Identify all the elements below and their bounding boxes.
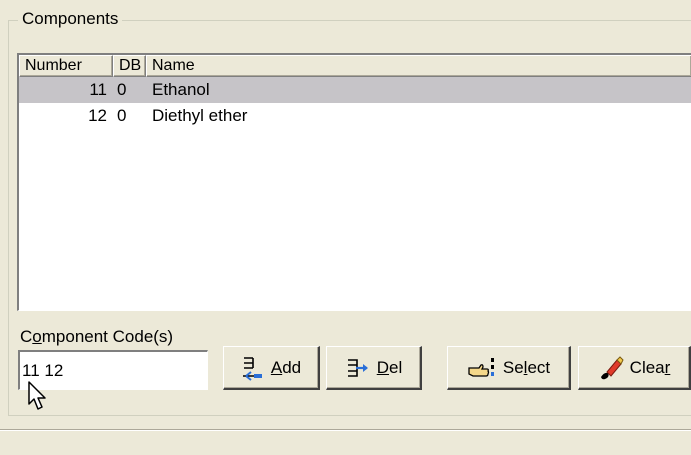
add-button[interactable]: Add	[223, 346, 320, 390]
clear-label-pre: Clea	[629, 357, 665, 377]
row-db-cell: 0	[117, 106, 127, 125]
mouse-pointer-icon	[27, 380, 51, 417]
delete-icon	[345, 356, 371, 380]
del-label-accel: D	[376, 357, 390, 377]
column-header-number[interactable]: Number	[19, 55, 113, 77]
select-button[interactable]: Select	[447, 346, 571, 390]
row-name-cell: Ethanol	[152, 80, 210, 99]
select-hand-icon	[467, 356, 497, 380]
select-button-label: Select	[503, 358, 550, 378]
component-code-label: Component Code(s)	[20, 326, 173, 348]
components-listview[interactable]: Number DB Name 11 0 Ethanol 12 0 Diethyl…	[17, 53, 691, 311]
add-icon	[241, 355, 265, 381]
listview-header: Number DB Name	[19, 55, 691, 77]
add-button-label: Add	[271, 358, 301, 378]
delete-button-label: Del	[377, 358, 403, 378]
row-db-cell: 0	[117, 80, 127, 99]
clear-button-label: Clear	[630, 358, 671, 378]
row-number-cell: 11	[89, 80, 107, 99]
del-label-post: el	[389, 357, 403, 377]
groupbox-title: Components	[18, 8, 123, 30]
clear-button[interactable]: Clear	[578, 346, 691, 390]
select-label-pre: Se	[502, 357, 524, 377]
table-row[interactable]: 11 0 Ethanol	[19, 77, 691, 103]
label-accelerator: o	[32, 327, 42, 346]
clear-label-accel: r	[664, 357, 671, 377]
add-label-accel: A	[270, 357, 283, 377]
add-label-post: dd	[282, 357, 302, 377]
select-label-post: ect	[527, 357, 551, 377]
row-name-cell: Diethyl ether	[152, 106, 248, 125]
table-row[interactable]: 12 0 Diethyl ether	[19, 103, 691, 129]
delete-button[interactable]: Del	[326, 346, 422, 390]
eraser-icon	[598, 355, 624, 381]
label-text-pre: C	[20, 327, 33, 346]
column-header-db[interactable]: DB	[113, 55, 146, 77]
status-separator	[0, 429, 691, 431]
column-header-name[interactable]: Name	[146, 55, 691, 77]
row-number-cell: 12	[88, 106, 107, 125]
label-text-post: mponent Code(s)	[41, 327, 174, 346]
